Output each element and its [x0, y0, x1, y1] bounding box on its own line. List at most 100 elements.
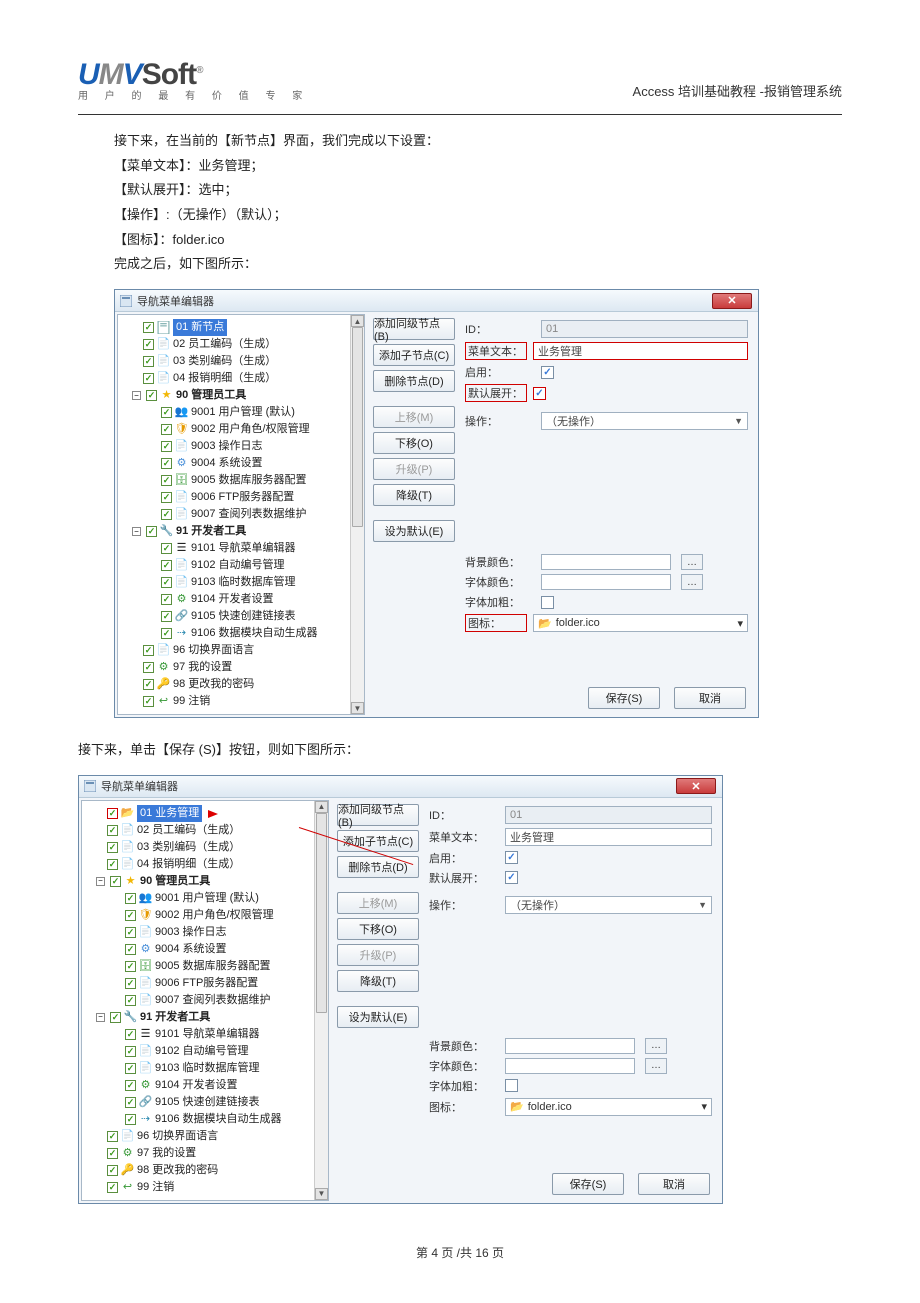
collapse-icon[interactable]: − — [96, 877, 105, 886]
nav-tree[interactable]: ✓ 01 新节点 ✓📄02 员工编码（生成） ✓📄03 类别编码（生成） ✓📄0… — [118, 315, 364, 714]
bgcolor-field[interactable] — [541, 554, 671, 570]
bgcolor-browse-button[interactable]: … — [681, 554, 703, 570]
tree-node[interactable]: ✓📄9006 FTP服务器配置 — [114, 975, 314, 992]
action-dropdown[interactable]: （无操作）▼ — [505, 896, 712, 914]
tree-node[interactable]: ✓⇢9106 数据模块自动生成器 — [150, 625, 350, 642]
tree-node[interactable]: ✓👥9001 用户管理 (默认) — [150, 404, 350, 421]
tree-node[interactable]: ✓⚙9004 系统设置 — [114, 941, 314, 958]
demote-button[interactable]: 降级(T) — [337, 970, 419, 992]
set-default-button[interactable]: 设为默认(E) — [373, 520, 455, 542]
tree-node[interactable]: ✓🔗9105 快速创建链接表 — [114, 1094, 314, 1111]
tree-node[interactable]: ✓📄9103 临时数据库管理 — [114, 1060, 314, 1077]
tree-group-90[interactable]: −✓★90 管理员工具 — [96, 873, 314, 890]
tree-node[interactable]: ✓↩99 注销 — [132, 693, 350, 710]
icon-dropdown[interactable]: 📂folder.ico▾ — [533, 614, 748, 632]
scroll-down-icon[interactable]: ▼ — [351, 702, 364, 714]
expand-checkbox[interactable]: ✓ — [505, 871, 518, 884]
tree-node[interactable]: ✓📄9103 临时数据库管理 — [150, 574, 350, 591]
tree-node[interactable]: ✓↩99 注销 — [96, 1179, 314, 1196]
enable-checkbox[interactable]: ✓ — [505, 851, 518, 864]
tree-node[interactable]: ✓🔗9105 快速创建链接表 — [150, 608, 350, 625]
nav-tree[interactable]: ✓ 📂 01 业务管理 ✓📄02 员工编码（生成） ✓📄03 类别编码（生成） … — [82, 801, 328, 1200]
expand-checkbox[interactable]: ✓ — [533, 387, 546, 400]
add-sibling-button[interactable]: 添加同级节点(B) — [373, 318, 455, 340]
add-child-button[interactable]: 添加子节点(C) — [373, 344, 455, 366]
scroll-thumb[interactable] — [352, 327, 363, 527]
tree-node[interactable]: ✓🔑98 更改我的密码 — [96, 1162, 314, 1179]
tree-node[interactable]: ✓👥9001 用户管理 (默认) — [114, 890, 314, 907]
tree-node[interactable]: ✓☰9101 导航菜单编辑器 — [114, 1026, 314, 1043]
delete-node-button[interactable]: 删除节点(D) — [373, 370, 455, 392]
collapse-icon[interactable]: − — [96, 1013, 105, 1022]
bold-checkbox[interactable]: ✓ — [541, 596, 554, 609]
tree-node[interactable]: ✓⚙9104 开发者设置 — [150, 591, 350, 608]
tree-group-91[interactable]: −✓🔧91 开发者工具 — [96, 1009, 314, 1026]
tree-node[interactable]: ✓⚙9104 开发者设置 — [114, 1077, 314, 1094]
move-down-button[interactable]: 下移(O) — [373, 432, 455, 454]
tree-group-90[interactable]: −✓★90 管理员工具 — [132, 387, 350, 404]
bgcolor-browse-button[interactable]: … — [645, 1038, 667, 1054]
close-button[interactable]: ✕ — [676, 778, 716, 794]
tree-node[interactable]: ✓🛡9002 用户角色/权限管理 — [114, 907, 314, 924]
collapse-icon[interactable]: − — [132, 527, 141, 536]
tree-node[interactable]: ✓📄02 员工编码（生成） — [96, 822, 314, 839]
tree-node[interactable]: ✓📄02 员工编码（生成） — [132, 336, 350, 353]
tree-scrollbar[interactable]: ▲ ▼ — [314, 801, 328, 1200]
save-button[interactable]: 保存(S) — [552, 1173, 624, 1195]
tree-node[interactable]: ✓⚙97 我的设置 — [96, 1145, 314, 1162]
scroll-up-icon[interactable]: ▲ — [351, 315, 364, 327]
tree-node[interactable]: ✓📄9102 自动编号管理 — [150, 557, 350, 574]
tree-node[interactable]: ✓⚙9004 系统设置 — [150, 455, 350, 472]
tree-node[interactable]: ✓📄03 类别编码（生成） — [96, 839, 314, 856]
scroll-down-icon[interactable]: ▼ — [315, 1188, 328, 1200]
tree-node[interactable]: ✓📄03 类别编码（生成） — [132, 353, 350, 370]
delete-node-button[interactable]: 删除节点(D) — [337, 856, 419, 878]
action-dropdown[interactable]: （无操作）▼ — [541, 412, 748, 430]
tree-node[interactable]: ✓⚙97 我的设置 — [132, 659, 350, 676]
menu-text-input[interactable]: 业务管理 — [533, 342, 748, 360]
tree-node[interactable]: ✓🗄9005 数据库服务器配置 — [150, 472, 350, 489]
icon-dropdown[interactable]: 📂folder.ico▾ — [505, 1098, 712, 1116]
add-child-button[interactable]: 添加子节点(C) — [337, 830, 419, 852]
promote-button[interactable]: 升级(P) — [337, 944, 419, 966]
tree-node[interactable]: ✓🛡9002 用户角色/权限管理 — [150, 421, 350, 438]
move-up-button[interactable]: 上移(M) — [337, 892, 419, 914]
tree-node[interactable]: ✓📄9003 操作日志 — [114, 924, 314, 941]
scroll-up-icon[interactable]: ▲ — [315, 801, 328, 813]
demote-button[interactable]: 降级(T) — [373, 484, 455, 506]
save-button[interactable]: 保存(S) — [588, 687, 660, 709]
tree-node[interactable]: ✓🗄9005 数据库服务器配置 — [114, 958, 314, 975]
tree-node[interactable]: ✓📄9003 操作日志 — [150, 438, 350, 455]
promote-button[interactable]: 升级(P) — [373, 458, 455, 480]
bgcolor-field[interactable] — [505, 1038, 635, 1054]
scroll-thumb[interactable] — [316, 813, 327, 1013]
cancel-button[interactable]: 取消 — [638, 1173, 710, 1195]
tree-node[interactable]: ✓☰9101 导航菜单编辑器 — [150, 540, 350, 557]
cancel-button[interactable]: 取消 — [674, 687, 746, 709]
fontcolor-browse-button[interactable]: … — [645, 1058, 667, 1074]
collapse-icon[interactable]: − — [132, 391, 141, 400]
tree-node-selected[interactable]: ✓ 01 新节点 — [132, 319, 350, 336]
close-button[interactable]: ✕ — [712, 293, 752, 309]
add-sibling-button[interactable]: 添加同级节点(B) — [337, 804, 419, 826]
move-up-button[interactable]: 上移(M) — [373, 406, 455, 428]
tree-node[interactable]: ✓📄9006 FTP服务器配置 — [150, 489, 350, 506]
tree-node[interactable]: ✓🔑98 更改我的密码 — [132, 676, 350, 693]
menu-text-input[interactable]: 业务管理 — [505, 828, 712, 846]
tree-node[interactable]: ✓⇢9106 数据模块自动生成器 — [114, 1111, 314, 1128]
tree-node-selected[interactable]: ✓ 📂 01 业务管理 — [96, 805, 314, 822]
tree-node[interactable]: ✓📄9007 查阅列表数据维护 — [150, 506, 350, 523]
fontcolor-field[interactable] — [505, 1058, 635, 1074]
tree-node[interactable]: ✓📄96 切换界面语言 — [96, 1128, 314, 1145]
fontcolor-browse-button[interactable]: … — [681, 574, 703, 590]
fontcolor-field[interactable] — [541, 574, 671, 590]
tree-group-91[interactable]: −✓🔧91 开发者工具 — [132, 523, 350, 540]
tree-node[interactable]: ✓📄9007 查阅列表数据维护 — [114, 992, 314, 1009]
move-down-button[interactable]: 下移(O) — [337, 918, 419, 940]
tree-scrollbar[interactable]: ▲ ▼ — [350, 315, 364, 714]
enable-checkbox[interactable]: ✓ — [541, 366, 554, 379]
tree-node[interactable]: ✓📄96 切换界面语言 — [132, 642, 350, 659]
tree-node[interactable]: ✓📄04 报销明细（生成） — [132, 370, 350, 387]
set-default-button[interactable]: 设为默认(E) — [337, 1006, 419, 1028]
bold-checkbox[interactable]: ✓ — [505, 1079, 518, 1092]
